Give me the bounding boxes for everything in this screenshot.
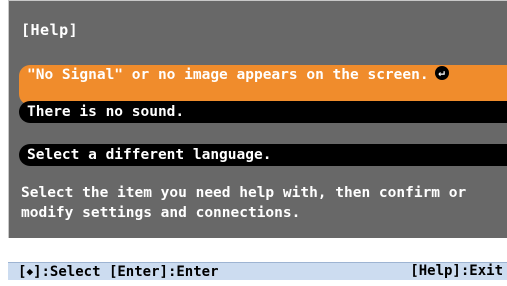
help-item-label: Select a different language.	[27, 147, 272, 163]
help-message: Select the item you need help with, then…	[21, 185, 467, 221]
help-item-label: There is no sound.	[27, 104, 185, 120]
status-select-label: ]:Select	[33, 264, 101, 280]
status-bracket: [	[18, 264, 27, 280]
status-exit-label: [Help]:Exit	[410, 263, 503, 279]
help-panel: [Help] "No Signal" or no image appears o…	[8, 0, 507, 238]
status-enter-label: [Enter]:Enter	[108, 264, 219, 280]
status-hints: [◆]:Select [Enter]:Enter	[18, 263, 219, 281]
help-item-no-signal[interactable]: "No Signal" or no image appears on the s…	[19, 65, 507, 105]
help-title: [Help]	[21, 21, 79, 39]
enter-arrow-icon: ↵	[434, 66, 449, 80]
help-item-label: "No Signal" or no image appears on the s…	[27, 67, 429, 83]
status-bar: [◆]:Select [Enter]:Enter [Help]:Exit	[8, 262, 507, 280]
help-item-no-sound[interactable]: There is no sound.	[19, 101, 507, 123]
help-window: [Help] "No Signal" or no image appears o…	[8, 0, 507, 286]
help-item-language[interactable]: Select a different language.	[19, 144, 507, 166]
